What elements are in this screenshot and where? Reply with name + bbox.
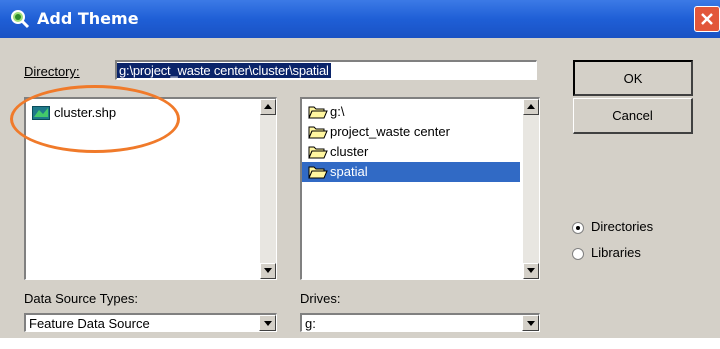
folder-item-spatial[interactable]: spatial	[302, 162, 520, 182]
open-folder-icon	[308, 106, 328, 119]
chevron-down-icon	[527, 321, 535, 326]
ok-button-label: OK	[623, 71, 643, 86]
window-title: Add Theme	[37, 9, 139, 28]
libraries-radio[interactable]	[572, 248, 584, 260]
app-icon	[11, 10, 30, 29]
open-folder-icon	[308, 126, 328, 139]
directories-radio[interactable]	[572, 222, 584, 234]
open-folder-icon	[308, 166, 328, 179]
drives-label: Drives:	[300, 291, 341, 306]
scroll-up-button[interactable]	[260, 99, 276, 115]
directories-label: Directories	[591, 219, 654, 234]
folder-list-scrollbar[interactable]	[523, 99, 539, 279]
close-icon	[701, 13, 713, 25]
directory-input[interactable]: g:\project_waste center\cluster\spatial	[115, 60, 537, 80]
cancel-button[interactable]: Cancel	[573, 98, 693, 134]
scroll-down-button[interactable]	[260, 263, 276, 279]
data-source-types-value: Feature Data Source	[29, 316, 150, 331]
arrow-down-icon	[264, 268, 272, 273]
ok-button[interactable]: OK	[573, 60, 693, 96]
scroll-down-button[interactable]	[523, 263, 539, 279]
folder-label: project_waste center	[330, 124, 450, 139]
scroll-up-button[interactable]	[523, 99, 539, 115]
cancel-button-label: Cancel	[612, 108, 653, 123]
dropdown-button[interactable]	[522, 315, 539, 331]
title-bar: Add Theme	[0, 0, 720, 38]
folder-item-project-waste-center[interactable]: project_waste center	[306, 122, 506, 142]
drives-select[interactable]: g:	[300, 313, 540, 332]
folder-label: g:\	[330, 104, 345, 119]
drives-value: g:	[305, 316, 316, 331]
file-list-scrollbar[interactable]	[260, 99, 276, 279]
open-folder-icon	[308, 146, 328, 159]
arrow-down-icon	[527, 268, 535, 273]
folder-item-cluster[interactable]: cluster	[306, 142, 506, 162]
folder-item-g[interactable]: g:\	[306, 102, 506, 122]
folder-list[interactable]: g:\ project_waste center cluster spatial	[300, 97, 540, 280]
libraries-label: Libraries	[591, 245, 641, 260]
data-source-types-label: Data Source Types:	[24, 291, 138, 306]
directory-value: g:\project_waste center\cluster\spatial	[117, 63, 331, 78]
chevron-down-icon	[264, 321, 272, 326]
dropdown-button[interactable]	[259, 315, 276, 331]
data-source-types-select[interactable]: Feature Data Source	[24, 313, 277, 332]
add-theme-dialog: Add Theme Directory: g:\project_waste ce…	[0, 0, 720, 338]
directory-label: Directory:	[24, 64, 80, 79]
highlight-circle	[10, 85, 180, 153]
arrow-up-icon	[527, 104, 535, 109]
arrow-up-icon	[264, 104, 272, 109]
radio-selected-dot	[576, 226, 580, 230]
folder-label: spatial	[330, 164, 368, 179]
close-button[interactable]	[694, 6, 720, 32]
folder-label: cluster	[330, 144, 369, 159]
